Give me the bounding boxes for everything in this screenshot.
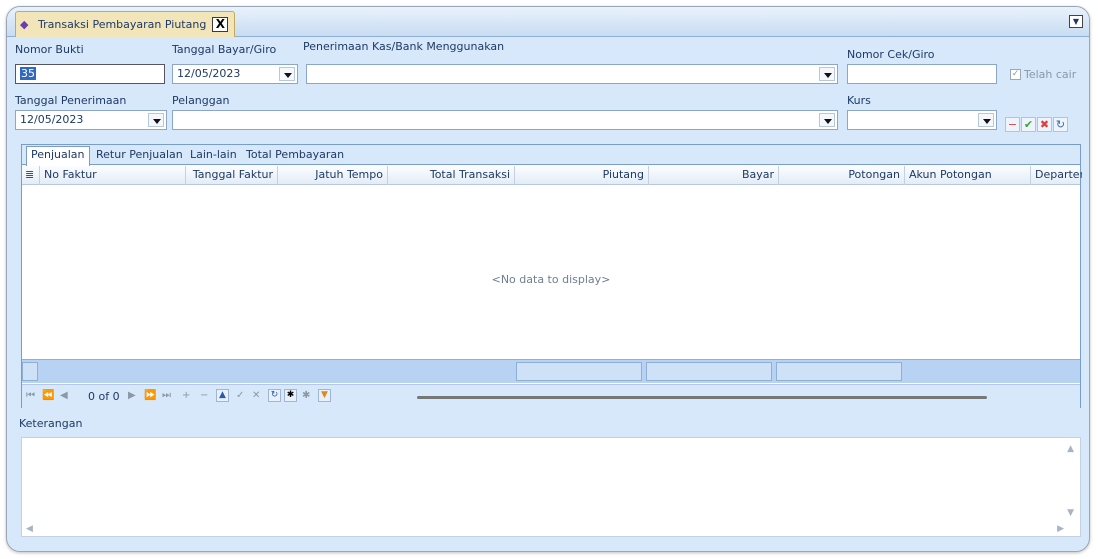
scroll-down-icon[interactable]: ▼ bbox=[1067, 508, 1074, 518]
tanggal-bayar-input[interactable]: 12/05/2023 bbox=[172, 64, 298, 84]
keterangan-label: Keterangan bbox=[19, 417, 83, 430]
next-page-icon[interactable]: ⏩ bbox=[144, 390, 156, 401]
scroll-left-icon[interactable]: ◀ bbox=[26, 524, 33, 534]
refresh-icon[interactable]: ↻ bbox=[1053, 117, 1068, 132]
telah-cair-checkbox[interactable]: ✓ Telah cair bbox=[1010, 68, 1076, 81]
no-data-message: <No data to display> bbox=[491, 273, 611, 286]
previous-record-icon[interactable]: ◀ bbox=[60, 390, 68, 401]
filter-icon[interactable]: ▼ bbox=[318, 389, 331, 402]
telah-cair-label: Telah cair bbox=[1024, 68, 1077, 81]
scroll-right-icon[interactable]: ▶ bbox=[1057, 524, 1064, 534]
penerimaan-kas-dropdown-icon[interactable] bbox=[819, 67, 835, 81]
col-tanggal-faktur[interactable]: Tanggal Faktur bbox=[186, 166, 278, 185]
document-tabstrip: ◆ Transaksi Pembayaran Piutang X ▼ bbox=[7, 7, 1089, 37]
col-akun-potongan[interactable]: Akun Potongan bbox=[905, 166, 1031, 185]
check-icon: ✓ bbox=[1010, 69, 1021, 80]
previous-page-icon[interactable]: ⏪ bbox=[42, 390, 54, 401]
col-departemen[interactable]: Departer bbox=[1031, 166, 1082, 185]
col-piutang[interactable]: Piutang bbox=[515, 166, 649, 185]
col-potongan[interactable]: Potongan bbox=[779, 166, 905, 185]
tab-transaksi-pembayaran-piutang[interactable]: ◆ Transaksi Pembayaran Piutang X bbox=[15, 11, 236, 37]
remove-icon[interactable]: − bbox=[1005, 117, 1020, 132]
footer-total-potongan bbox=[776, 362, 902, 381]
col-no-faktur[interactable]: No Faktur bbox=[40, 166, 186, 185]
grid-summary-footer bbox=[22, 359, 1080, 383]
transaction-window: ◆ Transaksi Pembayaran Piutang X ▼ Nomor… bbox=[6, 6, 1090, 552]
goto-bookmark-icon[interactable]: ✱ bbox=[302, 390, 310, 401]
tanggal-penerimaan-value: 12/05/2023 bbox=[20, 113, 84, 126]
diamond-icon: ◆ bbox=[20, 17, 29, 31]
col-total-transaksi[interactable]: Total Transaksi bbox=[388, 166, 515, 185]
tab-penjualan[interactable]: Penjualan bbox=[26, 146, 90, 166]
nomor-bukti-input[interactable]: 35 bbox=[15, 64, 165, 84]
footer-indicator bbox=[22, 362, 38, 381]
column-chooser-icon[interactable]: ≣ bbox=[22, 166, 40, 185]
edit-record-icon[interactable]: ▲ bbox=[216, 389, 229, 402]
pelanggan-select[interactable] bbox=[172, 110, 838, 130]
append-record-icon[interactable]: + bbox=[182, 390, 190, 401]
grid-navigator: ⏮ ⏪ ◀ 0 of 0 ▶ ⏩ ⏭ + − ▲ ✓ ✕ ↻ ✱ ✱ ▼ bbox=[22, 384, 1080, 408]
penjualan-grid: Penjualan Retur Penjualan Lain-lain Tota… bbox=[21, 144, 1082, 408]
record-counter: 0 of 0 bbox=[88, 390, 120, 403]
kurs-label: Kurs bbox=[847, 94, 871, 107]
horizontal-scrollbar[interactable] bbox=[417, 396, 987, 399]
save-bookmark-icon[interactable]: ✱ bbox=[284, 389, 297, 402]
grid-tabs: Penjualan Retur Penjualan Lain-lain Tota… bbox=[22, 145, 1080, 166]
keterangan-textarea[interactable]: ▲ ▼ ◀ ▶ bbox=[21, 437, 1081, 537]
tanggal-penerimaan-input[interactable]: 12/05/2023 bbox=[15, 110, 167, 130]
nomor-bukti-label: Nomor Bukti bbox=[15, 43, 84, 56]
grid-header: ≣ No Faktur Tanggal Faktur Jatuh Tempo T… bbox=[22, 166, 1082, 185]
footer-total-piutang bbox=[516, 362, 642, 381]
close-tab-button[interactable]: X bbox=[212, 17, 229, 32]
col-bayar[interactable]: Bayar bbox=[649, 166, 779, 185]
last-record-icon[interactable]: ⏭ bbox=[162, 390, 171, 401]
penerimaan-kas-select[interactable] bbox=[306, 64, 838, 84]
window-menu-icon[interactable]: ▼ bbox=[1069, 15, 1083, 28]
next-record-icon[interactable]: ▶ bbox=[128, 390, 136, 401]
kurs-select[interactable] bbox=[847, 110, 997, 130]
check-icon[interactable]: ✔ bbox=[1021, 117, 1036, 132]
tab-label: Transaksi Pembayaran Piutang bbox=[38, 18, 207, 31]
refresh-records-icon[interactable]: ↻ bbox=[268, 389, 281, 402]
tab-total-pembayaran[interactable]: Total Pembayaran bbox=[242, 147, 348, 165]
tanggal-penerimaan-dropdown-icon[interactable] bbox=[148, 113, 164, 127]
delete-record-icon[interactable]: − bbox=[200, 390, 208, 401]
first-record-icon[interactable]: ⏮ bbox=[26, 390, 35, 401]
footer-total-bayar bbox=[646, 362, 772, 381]
cancel-edit-icon[interactable]: ✕ bbox=[252, 390, 260, 401]
tanggal-bayar-label: Tanggal Bayar/Giro bbox=[172, 43, 277, 56]
scroll-up-icon[interactable]: ▲ bbox=[1067, 444, 1074, 454]
tanggal-bayar-value: 12/05/2023 bbox=[177, 67, 241, 80]
cancel-icon[interactable]: ✖ bbox=[1037, 117, 1052, 132]
nomor-bukti-value: 35 bbox=[20, 67, 36, 80]
pelanggan-label: Pelanggan bbox=[172, 94, 230, 107]
kurs-dropdown-icon[interactable] bbox=[978, 113, 994, 127]
tanggal-penerimaan-label: Tanggal Penerimaan bbox=[15, 94, 127, 107]
post-edit-icon[interactable]: ✓ bbox=[236, 390, 244, 401]
tab-retur-penjualan[interactable]: Retur Penjualan bbox=[92, 147, 187, 165]
col-jatuh-tempo[interactable]: Jatuh Tempo bbox=[278, 166, 388, 185]
tab-lain-lain[interactable]: Lain-lain bbox=[186, 147, 241, 165]
tanggal-bayar-dropdown-icon[interactable] bbox=[279, 67, 295, 81]
penerimaan-kas-label: Penerimaan Kas/Bank Menggunakan bbox=[303, 40, 505, 53]
nomor-cek-input[interactable] bbox=[847, 64, 997, 84]
nomor-cek-label: Nomor Cek/Giro bbox=[847, 48, 935, 61]
pelanggan-dropdown-icon[interactable] bbox=[819, 113, 835, 127]
